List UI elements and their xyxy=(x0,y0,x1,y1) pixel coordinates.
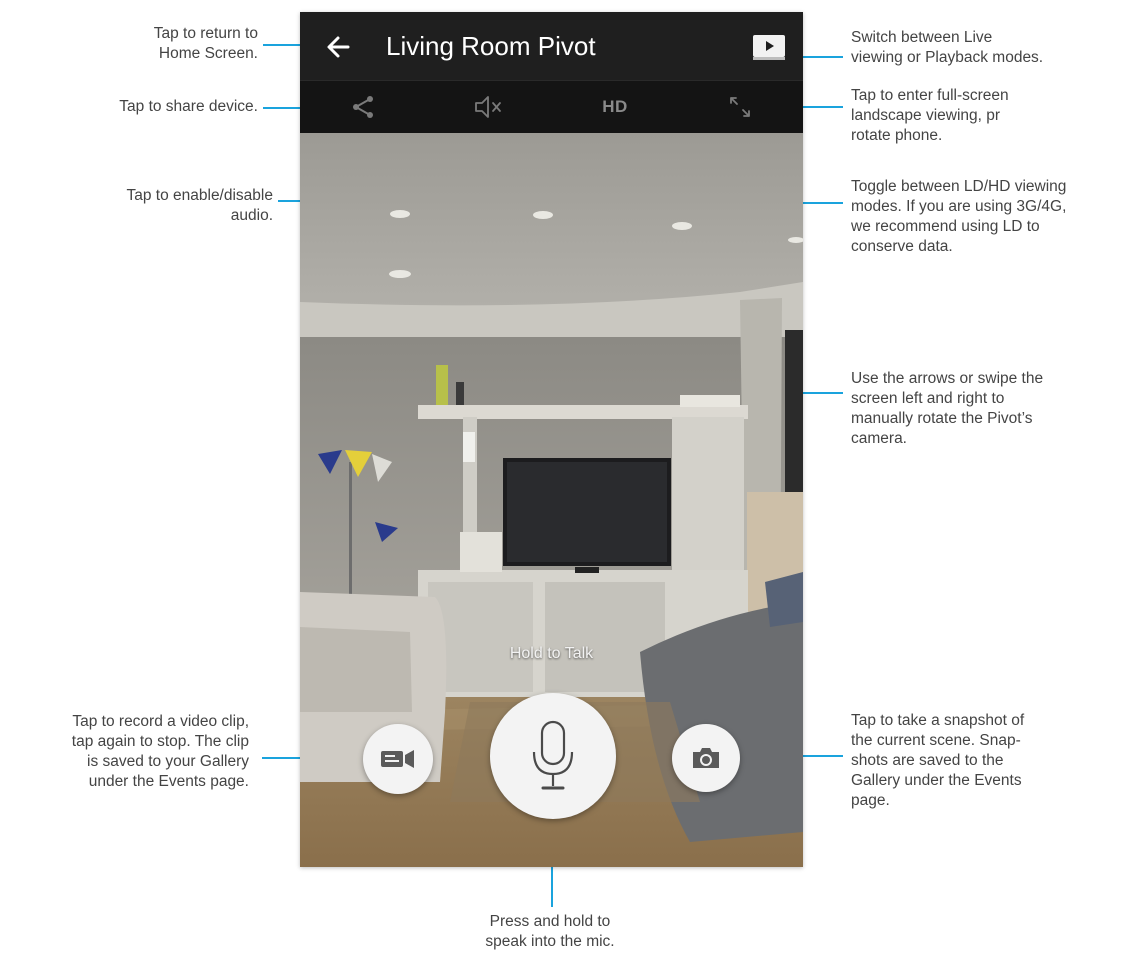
annotation-mode: Switch between Live viewing or Playback … xyxy=(851,29,1044,66)
annotation-fullscreen: Tap to enter full-screen landscape viewi… xyxy=(851,87,1009,144)
microphone-icon xyxy=(532,720,574,790)
record-video-button[interactable] xyxy=(363,724,433,794)
mic-talk-button[interactable] xyxy=(490,693,616,819)
share-icon xyxy=(353,96,373,118)
hd-label: HD xyxy=(602,97,628,116)
camera-toolbar: HD xyxy=(300,80,803,133)
annotation-audio: Tap to enable/disable audio. xyxy=(126,187,273,224)
top-app-bar: Living Room Pivot xyxy=(300,12,803,80)
back-arrow-icon[interactable] xyxy=(322,30,356,64)
page-title: Living Room Pivot xyxy=(386,31,596,61)
hold-to-talk-label: Hold to Talk xyxy=(509,645,594,662)
annotation-snapshot: Tap to take a snapshot of the current sc… xyxy=(851,712,1025,809)
annotation-record: Tap to record a video clip, tap again to… xyxy=(71,713,249,790)
camera-icon xyxy=(693,748,719,768)
hd-toggle-button[interactable]: HD xyxy=(552,81,678,133)
fullscreen-button[interactable] xyxy=(677,81,803,133)
live-playback-icon[interactable] xyxy=(749,32,789,62)
annotation-rotate: Use the arrows or swipe the screen left … xyxy=(851,370,1044,447)
annotation-share: Tap to share device. xyxy=(119,98,258,115)
annotation-hd: Toggle between LD/HD viewing modes. If y… xyxy=(851,178,1067,255)
fullscreen-icon xyxy=(730,97,750,117)
annotation-mic: Press and hold to speak into the mic. xyxy=(485,913,615,950)
audio-toggle-button[interactable] xyxy=(426,81,552,133)
phone-screen: Living Room Pivot HD Hold to Talk xyxy=(300,12,803,867)
annotation-back: Tap to return to Home Screen. xyxy=(153,25,258,62)
share-button[interactable] xyxy=(300,81,426,133)
snapshot-button[interactable] xyxy=(672,724,740,792)
video-record-icon xyxy=(381,750,414,768)
speaker-muted-icon xyxy=(475,96,501,118)
